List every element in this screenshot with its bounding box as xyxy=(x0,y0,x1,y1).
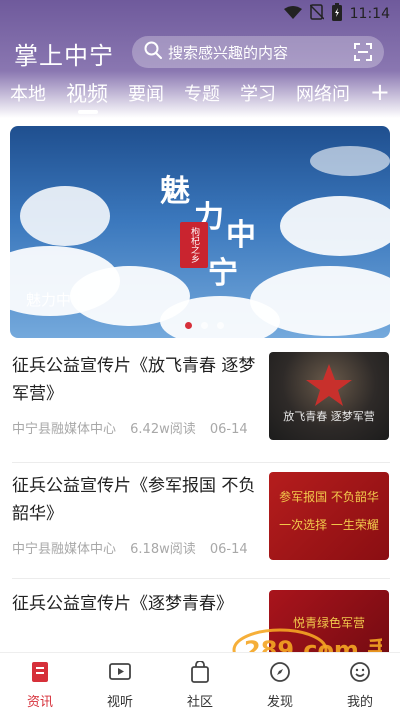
add-tab-button[interactable]: + xyxy=(370,80,390,104)
news-source: 中宁县融媒体中心 xyxy=(12,542,117,557)
video-icon xyxy=(108,661,132,687)
search-bar[interactable]: 搜索感兴趣的内容 xyxy=(132,36,384,68)
banner-title-char: 魅 xyxy=(160,174,190,209)
channel-tabs: 本地 视频 要闻 专题 学习 网络问 xyxy=(0,80,400,120)
bottom-navigation: 资讯 视听 社区 发现 我的 xyxy=(0,652,400,710)
user-icon xyxy=(349,661,371,687)
tab-study[interactable]: 学习 xyxy=(240,80,276,106)
nav-label: 社区 xyxy=(186,695,213,710)
search-placeholder: 搜索感兴趣的内容 xyxy=(168,43,289,62)
nav-label: 我的 xyxy=(346,695,373,710)
tab-local[interactable]: 本地 xyxy=(10,80,46,106)
banner-caption: 魅力中宁 xyxy=(26,291,87,309)
news-reads: 6.42w阅读 xyxy=(130,422,196,437)
news-item[interactable]: 征兵公益宣传片《参军报国 不负韶华》 中宁县融媒体中心 6.18w阅读 06-1… xyxy=(0,472,400,572)
carousel-dot[interactable] xyxy=(185,322,192,329)
nav-video[interactable]: 视听 xyxy=(80,653,160,710)
compass-icon xyxy=(269,661,291,687)
nav-profile[interactable]: 我的 xyxy=(320,653,400,710)
nav-news[interactable]: 资讯 xyxy=(0,653,80,710)
tab-video[interactable]: 视频 xyxy=(66,78,108,114)
thumbnail-text: 参军报国 不负韶华 xyxy=(279,490,379,504)
tab-headlines[interactable]: 要闻 xyxy=(128,80,164,106)
news-title[interactable]: 征兵公益宣传片《逐梦青春》 xyxy=(12,590,258,618)
nav-community[interactable]: 社区 xyxy=(160,653,240,710)
news-title[interactable]: 征兵公益宣传片《参军报国 不负韶华》 xyxy=(12,472,258,528)
search-icon xyxy=(144,41,162,63)
news-source: 中宁县融媒体中心 xyxy=(12,422,117,437)
news-item[interactable]: 征兵公益宣传片《放飞青春 逐梦军营》 中宁县融媒体中心 6.42w阅读 06-1… xyxy=(0,352,400,452)
banner-title-char: 宁 xyxy=(208,256,238,291)
news-reads: 6.18w阅读 xyxy=(130,542,196,557)
news-date: 06-14 xyxy=(209,422,248,437)
tab-topics[interactable]: 专题 xyxy=(184,80,220,106)
app-title: 掌上中宁 xyxy=(14,42,114,70)
news-date: 06-14 xyxy=(209,542,248,557)
news-meta: 中宁县融媒体中心 6.18w阅读 06-14 xyxy=(12,538,258,557)
divider xyxy=(12,578,390,579)
thumbnail-text: 一次选择 一生荣耀 xyxy=(279,518,379,532)
battery-icon xyxy=(331,3,342,25)
wifi-icon xyxy=(283,5,302,24)
tab-online-inquiry[interactable]: 网络问 xyxy=(296,80,350,106)
app-bar: 掌上中宁 搜索感兴趣的内容 xyxy=(0,34,400,70)
thumbnail-text: 放飞青春 逐梦军营 xyxy=(283,410,375,423)
carousel-dot[interactable] xyxy=(201,322,208,329)
no-sim-icon xyxy=(309,4,325,24)
nav-label: 发现 xyxy=(266,695,293,710)
nav-discover[interactable]: 发现 xyxy=(240,653,320,710)
news-thumbnail[interactable]: 参军报国 不负韶华 一次选择 一生荣耀 xyxy=(269,472,389,560)
news-icon xyxy=(29,661,51,687)
banner-seal: 枸杞之乡 xyxy=(180,222,208,268)
scan-icon[interactable] xyxy=(354,43,372,65)
banner-carousel[interactable]: 魅 力 中 宁 枸杞之乡 魅力中宁 xyxy=(10,126,390,338)
nav-label: 视听 xyxy=(106,695,133,710)
carousel-dots xyxy=(185,322,224,329)
news-thumbnail[interactable]: 放飞青春 逐梦军营 xyxy=(269,352,389,440)
news-title[interactable]: 征兵公益宣传片《放飞青春 逐梦军营》 xyxy=(12,352,258,408)
clock: 11:14 xyxy=(349,6,390,22)
nav-label: 资讯 xyxy=(26,695,53,710)
bag-icon xyxy=(189,660,211,687)
news-meta: 中宁县融媒体中心 6.42w阅读 06-14 xyxy=(12,418,258,437)
carousel-dot[interactable] xyxy=(217,322,224,329)
status-bar: 11:14 xyxy=(0,0,400,28)
divider xyxy=(12,462,390,463)
